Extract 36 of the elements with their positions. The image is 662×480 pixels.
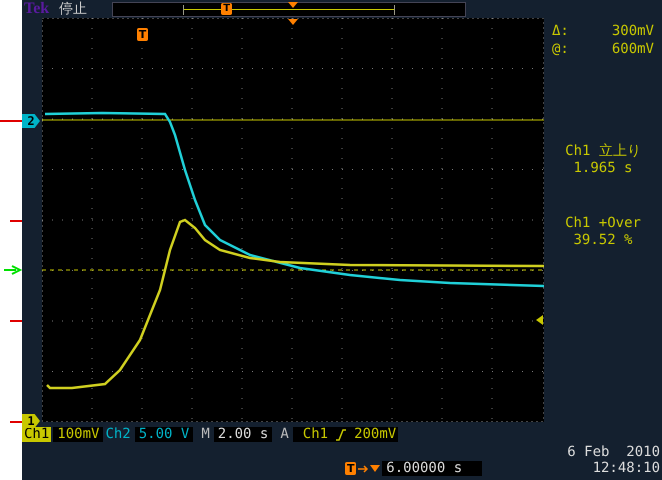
acquisition-status: 停止	[59, 0, 88, 18]
annotation-line	[10, 421, 22, 423]
cursor-symbol: @:	[552, 40, 569, 58]
date-text: 6 Feb 2010	[567, 444, 660, 460]
timebase-scale[interactable]: 2.00 s	[214, 427, 272, 442]
measurement-label: Ch1 +Over	[565, 215, 641, 232]
trigger-label: A	[279, 427, 290, 442]
trigger-level-icon	[536, 315, 543, 325]
arrow-icon	[358, 464, 380, 474]
cursor-symbol: Δ:	[552, 22, 569, 40]
cursor-value: 600mV	[612, 40, 654, 58]
annotation-line	[10, 320, 22, 322]
channel-marker[interactable]: 2	[22, 114, 40, 128]
trigger-marker: T	[137, 28, 148, 41]
timebase-label: M	[200, 427, 211, 442]
cursor-value: 300mV	[612, 22, 654, 40]
rising-edge-icon	[336, 428, 346, 440]
measurement-label: Ch1 立上り	[565, 143, 641, 160]
trigger-source[interactable]: Ch1	[302, 427, 328, 442]
trigger-level[interactable]: 200mV	[354, 427, 396, 442]
annotation-line	[0, 120, 22, 122]
measurement-value: 1.965 s	[573, 160, 632, 177]
channel-label[interactable]: Ch1	[22, 427, 52, 442]
time-text: 12:48:10	[592, 460, 660, 476]
channel-scale[interactable]: 5.00 V	[134, 427, 194, 442]
annotation-line	[10, 220, 22, 222]
trigger-marker: T	[345, 462, 356, 475]
channel-label[interactable]: Ch2	[103, 427, 133, 442]
brand-logo: Tek	[24, 0, 50, 18]
channel-scale[interactable]: 100mV	[53, 427, 104, 442]
channel-marker[interactable]: 1	[22, 414, 40, 428]
trigger-position-value[interactable]: 6.00000 s	[382, 461, 482, 476]
measurement-value: 39.52 %	[573, 232, 632, 249]
trigger-position-icon	[288, 19, 298, 25]
trigger-marker: T	[221, 2, 232, 14]
trigger-position-icon	[288, 2, 298, 8]
